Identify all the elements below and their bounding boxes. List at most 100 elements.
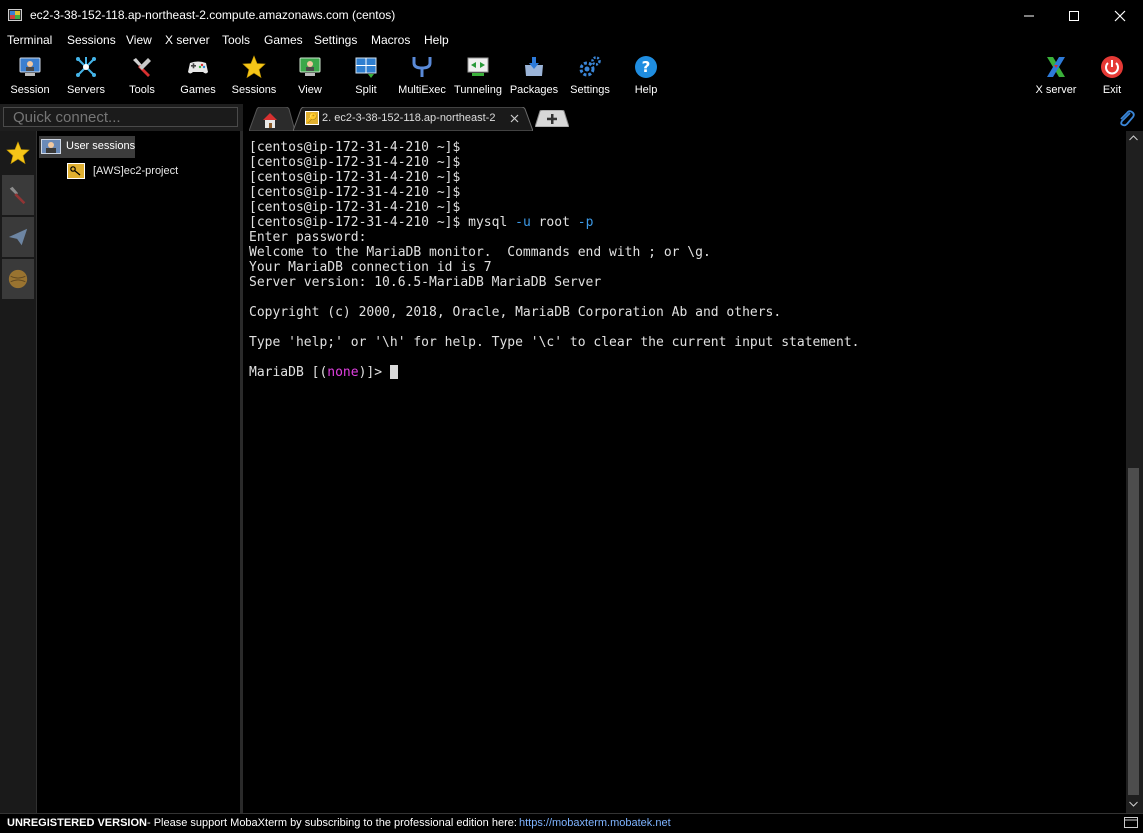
multiexec-button[interactable]: MultiExec xyxy=(394,51,450,104)
minimize-button[interactable] xyxy=(1006,0,1052,31)
multiexec-label: MultiExec xyxy=(398,84,446,96)
x-server-icon xyxy=(1047,57,1065,77)
terminal-output: [centos@ip-172-31-4-210 ~]$ [centos@ip-1… xyxy=(249,140,859,380)
globe-icon xyxy=(8,269,28,289)
help-button[interactable]: ? Help xyxy=(618,51,674,104)
power-icon xyxy=(1101,56,1123,78)
mobaxterm-app-icon xyxy=(8,9,22,21)
games-label: Games xyxy=(180,84,216,96)
menu-help[interactable]: Help xyxy=(424,33,449,47)
games-button[interactable]: Games xyxy=(170,51,226,104)
sessions-button[interactable]: Sessions xyxy=(226,51,282,104)
gamepad-icon xyxy=(188,61,208,74)
minimize-icon xyxy=(1024,15,1034,16)
command-flag-user: -u xyxy=(515,215,531,230)
session-item-aws-ec2-project[interactable]: [AWS]ec2-project xyxy=(65,162,215,182)
settings-button[interactable]: Settings xyxy=(562,51,618,104)
star-icon xyxy=(6,141,30,165)
maximize-icon xyxy=(1069,10,1079,21)
split-label: Split xyxy=(355,84,377,96)
terminal-line: [centos@ip-172-31-4-210 ~]$ xyxy=(249,185,461,200)
mariadb-prompt-suffix: )]> xyxy=(358,365,383,380)
terminal-pane[interactable]: [centos@ip-172-31-4-210 ~]$ [centos@ip-1… xyxy=(243,131,1126,813)
tunneling-button[interactable]: Tunneling xyxy=(450,51,506,104)
terminal-line: Welcome to the MariaDB monitor. Commands… xyxy=(249,245,711,260)
terminal-scrollbar[interactable] xyxy=(1126,131,1141,813)
scroll-down-icon[interactable] xyxy=(1129,801,1138,807)
tab-strip: 🔑 2. ec2-3-38-152-118.ap-northeast-2 xyxy=(243,104,1143,131)
status-window-icon[interactable] xyxy=(1124,817,1138,829)
side-tab-tools[interactable] xyxy=(2,175,34,215)
terminal-line: [centos@ip-172-31-4-210 ~]$ xyxy=(249,155,461,170)
exit-button[interactable]: Exit xyxy=(1084,51,1140,104)
menu-settings[interactable]: Settings xyxy=(314,33,357,47)
command-name: mysql xyxy=(468,215,508,230)
tools-button[interactable]: Tools xyxy=(114,51,170,104)
packages-button[interactable]: Packages xyxy=(506,51,562,104)
tunneling-icon xyxy=(467,57,489,76)
mobatek-link[interactable]: https://mobaxterm.mobatek.net xyxy=(519,817,671,829)
command-user: root xyxy=(538,215,570,230)
gears-icon xyxy=(579,56,601,77)
scrollbar-thumb[interactable] xyxy=(1128,468,1139,795)
home-tab[interactable] xyxy=(249,107,295,131)
quick-connect-input[interactable] xyxy=(3,107,238,127)
status-bar: UNREGISTERED VERSION - Please support Mo… xyxy=(0,813,1143,833)
packages-label: Packages xyxy=(509,84,559,96)
paper-plane-icon xyxy=(8,228,28,246)
terminal-line: [centos@ip-172-31-4-210 ~]$ xyxy=(249,170,461,185)
unregistered-label: UNREGISTERED VERSION xyxy=(7,817,147,829)
side-tab-sessions[interactable] xyxy=(2,133,34,173)
left-side-tabs xyxy=(0,131,37,813)
tools-label: Tools xyxy=(129,84,155,96)
terminal-line: Type 'help;' or '\h' for help. Type '\c'… xyxy=(249,335,860,350)
terminal-cursor xyxy=(389,365,398,379)
toolbar: Session Servers Tools Games Sessions Vie… xyxy=(0,51,1143,104)
attachment-icon[interactable] xyxy=(1117,109,1135,127)
user-sessions-node[interactable]: User sessions xyxy=(39,136,135,158)
menu-macros[interactable]: Macros xyxy=(371,33,410,47)
x-server-label: X server xyxy=(1035,84,1077,96)
mariadb-prompt-prefix: MariaDB [( xyxy=(249,365,328,380)
new-tab-button[interactable] xyxy=(535,110,569,127)
split-button[interactable]: Split xyxy=(338,51,394,104)
session-button[interactable]: Session xyxy=(2,51,58,104)
menu-terminal[interactable]: Terminal xyxy=(7,33,52,47)
packages-icon xyxy=(525,57,543,76)
maximize-button[interactable] xyxy=(1051,0,1097,31)
menu-games[interactable]: Games xyxy=(264,33,303,47)
session-monitor-icon xyxy=(19,57,41,76)
terminal-line: Enter password: xyxy=(249,230,367,245)
tunneling-label: Tunneling xyxy=(454,84,502,96)
menu-view[interactable]: View xyxy=(126,33,152,47)
side-tab-macros[interactable] xyxy=(2,217,34,257)
user-folder-icon xyxy=(41,139,61,154)
menu-sessions[interactable]: Sessions xyxy=(67,33,116,47)
tab-session-label: 2. ec2-3-38-152-118.ap-northeast-2 xyxy=(322,112,496,124)
command-flag-password: -p xyxy=(577,215,594,230)
view-button[interactable]: View xyxy=(282,51,338,104)
exit-label: Exit xyxy=(1102,84,1122,96)
status-message: - Please support MobaXterm by subscribin… xyxy=(147,817,517,829)
menu-bar: Terminal Sessions View X server Tools Ga… xyxy=(0,31,1143,51)
tab-session-active[interactable]: 🔑 2. ec2-3-38-152-118.ap-northeast-2 xyxy=(293,107,533,131)
user-sessions-label: User sessions xyxy=(66,140,136,152)
split-icon xyxy=(355,57,377,78)
sessions-sidebar: User sessions [AWS]ec2-project xyxy=(37,131,240,813)
menu-x-server[interactable]: X server xyxy=(165,33,210,47)
side-tab-sftp[interactable] xyxy=(2,259,34,299)
x-server-button[interactable]: X server xyxy=(1028,51,1084,104)
sessions-label: Sessions xyxy=(231,84,277,96)
close-icon xyxy=(1114,10,1126,21)
servers-button[interactable]: Servers xyxy=(58,51,114,104)
tools-icon xyxy=(9,186,26,205)
mariadb-current-db: none xyxy=(327,365,359,380)
servers-label: Servers xyxy=(67,84,105,96)
tab-close-icon[interactable] xyxy=(510,114,519,123)
terminal-line: [centos@ip-172-31-4-210 ~]$ xyxy=(249,200,461,215)
close-window-button[interactable] xyxy=(1097,0,1143,31)
tools-icon xyxy=(133,58,151,77)
scroll-up-icon[interactable] xyxy=(1129,135,1138,141)
menu-tools[interactable]: Tools xyxy=(222,33,250,47)
servers-icon xyxy=(76,57,96,77)
